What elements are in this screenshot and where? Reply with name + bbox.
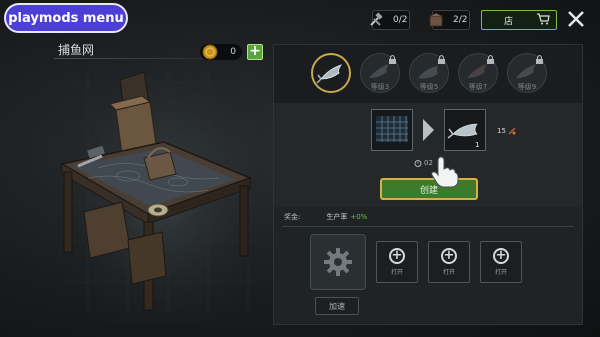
input-material-slot[interactable] bbox=[371, 109, 413, 151]
add-coins-button[interactable]: + bbox=[247, 44, 263, 60]
recipe-level: 等级7 bbox=[468, 83, 488, 91]
net-icon bbox=[376, 116, 408, 142]
coin-icon bbox=[202, 44, 218, 60]
hammer-wrench-icon bbox=[367, 11, 385, 29]
open-slot-2[interactable]: + 打开 bbox=[428, 241, 470, 283]
resource-icon bbox=[508, 127, 516, 135]
open-slot-3[interactable]: + 打开 bbox=[480, 241, 522, 283]
production-rate-value: +0% bbox=[350, 213, 368, 221]
tutorial-pointer-icon bbox=[431, 156, 459, 188]
crates-counter: 2/2 bbox=[429, 10, 470, 30]
crafting-table-illustration bbox=[58, 62, 266, 324]
close-icon bbox=[568, 11, 584, 27]
bonus-label: 奖金: bbox=[284, 213, 301, 221]
output-quantity: 1 bbox=[475, 141, 480, 149]
plus-icon: + bbox=[493, 248, 509, 264]
recipe-level: 等级9 bbox=[517, 83, 537, 91]
lock-icon bbox=[487, 55, 494, 64]
crate-icon bbox=[427, 11, 445, 29]
tools-counter: 0/2 bbox=[370, 10, 410, 30]
crates-count: 2/2 bbox=[453, 15, 468, 25]
open-slot-label: 打开 bbox=[390, 269, 403, 276]
lock-icon bbox=[389, 55, 396, 64]
recipe-slot-1[interactable] bbox=[311, 53, 351, 93]
shop-button[interactable]: 店 bbox=[481, 10, 557, 30]
production-slot-main[interactable] bbox=[310, 234, 366, 290]
stock-value: 15 bbox=[497, 127, 506, 135]
open-slot-label: 打开 bbox=[494, 269, 507, 276]
production-rate-label: 生产率 bbox=[326, 213, 348, 221]
lock-icon bbox=[438, 55, 445, 64]
gear-icon bbox=[324, 248, 352, 276]
recipe-slot-3[interactable]: 等级5 bbox=[409, 53, 449, 93]
stock-count: 15 bbox=[497, 127, 516, 135]
cart-icon bbox=[536, 12, 550, 28]
mod-menu-button[interactable]: playmods menu bbox=[4, 3, 128, 33]
plus-icon: + bbox=[389, 248, 405, 264]
recipe-level: 等级3 bbox=[370, 83, 390, 91]
section-divider bbox=[282, 226, 574, 227]
shop-label: 店 bbox=[504, 16, 514, 27]
plus-icon: + bbox=[441, 248, 457, 264]
fish-icon bbox=[316, 64, 342, 84]
recipe-slot-4[interactable]: 等级7 bbox=[458, 53, 498, 93]
recipe-slot-5[interactable]: 等级9 bbox=[507, 53, 547, 93]
arrow-icon bbox=[423, 119, 434, 141]
open-slot-label: 打开 bbox=[442, 269, 455, 276]
station-title: 捕鱼网 bbox=[58, 43, 95, 57]
production-stats: 奖金: 生产率 +0% bbox=[274, 209, 582, 225]
open-slot-1[interactable]: + 打开 bbox=[376, 241, 418, 283]
recipe-level: 等级5 bbox=[419, 83, 439, 91]
speed-up-button[interactable]: 加速 bbox=[315, 297, 359, 315]
tools-count: 0/2 bbox=[393, 15, 408, 25]
close-button[interactable] bbox=[565, 8, 587, 30]
output-item-slot[interactable]: 1 bbox=[444, 109, 486, 151]
recipe-slot-2[interactable]: 等级3 bbox=[360, 53, 400, 93]
lock-icon bbox=[536, 55, 543, 64]
stopwatch-icon bbox=[414, 160, 422, 167]
